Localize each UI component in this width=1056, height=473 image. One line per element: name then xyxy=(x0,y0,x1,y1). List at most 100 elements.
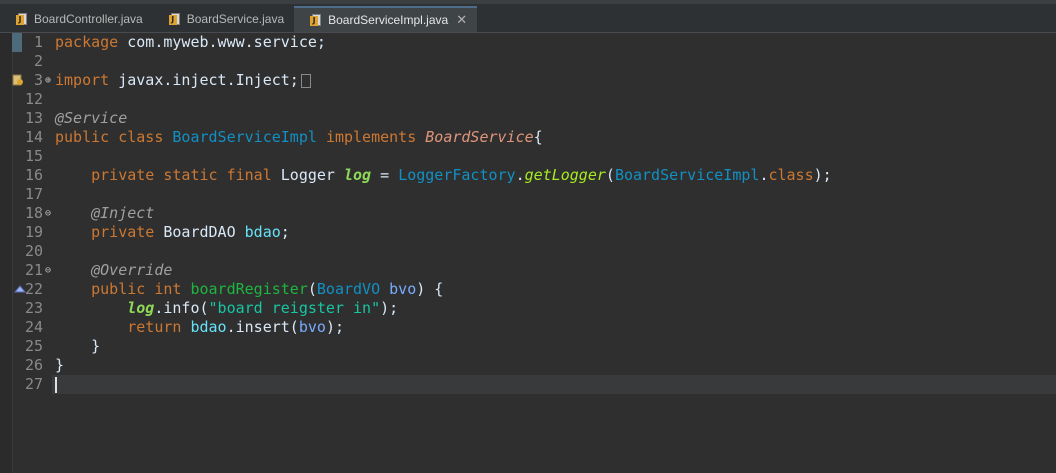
code-line[interactable]: 23 log.info("board reigster in"); xyxy=(0,299,1056,318)
line-number: 25 xyxy=(24,337,43,355)
code-line[interactable]: 3 ⊕ import javax.inject.Inject; xyxy=(0,71,1056,90)
code-token: @Service xyxy=(55,109,128,127)
eclipse-editor-window: J BoardController.java J BoardService.ja… xyxy=(0,0,1056,473)
code-token: log xyxy=(344,166,372,184)
code-token: class xyxy=(768,166,814,184)
code-line[interactable]: 18 ⊖ @Inject xyxy=(0,204,1056,223)
code-line[interactable]: 24 return bdao.insert(bvo); xyxy=(0,318,1056,337)
tab-label: BoardController.java xyxy=(34,12,143,26)
code-text: public class BoardServiceImpl implements… xyxy=(55,128,543,147)
line-number: 18 xyxy=(24,204,43,222)
java-file-icon: J xyxy=(168,12,181,26)
code-token: { xyxy=(533,128,543,146)
code-token: "board reigster in" xyxy=(208,299,381,317)
code-token: BoardVO xyxy=(316,280,381,298)
code-token: public class xyxy=(55,128,173,146)
code-token: ); xyxy=(380,299,399,317)
code-editor[interactable]: 1 package com.myweb.www.service; 2 3 ⊕ import… xyxy=(0,33,1056,473)
line-number: 14 xyxy=(24,128,43,146)
code-line[interactable]: 1 package com.myweb.www.service; xyxy=(0,33,1056,52)
code-token: Logger xyxy=(271,166,344,184)
code-token: javax.inject.Inject; xyxy=(109,71,299,89)
code-line[interactable]: 13 @Service xyxy=(0,109,1056,128)
tab-label: BoardServiceImpl.java xyxy=(328,13,449,27)
code-text: log.info("board reigster in"); xyxy=(55,299,398,318)
code-line[interactable]: 17 xyxy=(0,185,1056,204)
code-text: } xyxy=(55,337,100,356)
import-warning-icon[interactable] xyxy=(12,74,24,86)
code-token: BoardServiceImpl xyxy=(172,128,317,146)
code-line[interactable]: 12 xyxy=(0,90,1056,109)
line-number: 19 xyxy=(24,223,43,241)
code-line[interactable]: 2 xyxy=(0,52,1056,71)
fold-collapse-icon[interactable]: ⊖ xyxy=(43,204,53,223)
line-number: 23 xyxy=(24,299,43,317)
code-token: log xyxy=(127,299,155,317)
code-token: BoardServiceImpl xyxy=(614,166,760,184)
code-text: public int boardRegister(BoardVO bvo) { xyxy=(55,280,443,299)
code-token: .insert( xyxy=(226,318,299,336)
tab-board-controller[interactable]: J BoardController.java xyxy=(0,6,153,32)
code-line[interactable]: 20 xyxy=(0,242,1056,261)
line-number: 26 xyxy=(24,356,43,374)
code-text: @Service xyxy=(55,109,127,128)
code-token: com.myweb.www.service; xyxy=(118,33,326,51)
code-text: } xyxy=(55,356,64,375)
code-line[interactable]: 16 private static final Logger log = Log… xyxy=(0,166,1056,185)
line-number: 17 xyxy=(24,185,43,203)
tab-label: BoardService.java xyxy=(186,12,285,26)
line-number: 20 xyxy=(24,242,43,260)
close-icon[interactable]: ✕ xyxy=(456,13,467,28)
code-text: @Inject xyxy=(55,204,154,223)
code-token: public int xyxy=(91,280,182,298)
code-token: } xyxy=(55,356,65,374)
code-token: ; xyxy=(280,223,290,241)
code-text: private BoardDAO bdao; xyxy=(55,223,290,242)
code-text: package com.myweb.www.service; xyxy=(55,33,326,52)
code-token: ( xyxy=(307,280,317,298)
code-line[interactable]: 27 xyxy=(0,375,1056,394)
line-number: 24 xyxy=(24,318,43,336)
code-text: import javax.inject.Inject; xyxy=(55,71,311,90)
code-line[interactable]: 19 private BoardDAO bdao; xyxy=(0,223,1056,242)
code-token: ); xyxy=(813,166,832,184)
code-token: BoardService xyxy=(425,128,534,146)
code-text: @Override xyxy=(55,261,172,280)
code-line[interactable]: 21 ⊖ @Override xyxy=(0,261,1056,280)
code-token: BoardDAO xyxy=(154,223,245,241)
code-token: ( xyxy=(605,166,615,184)
code-token: implements xyxy=(325,128,417,146)
code-text: private static final Logger log = Logger… xyxy=(55,166,832,185)
fold-expand-icon[interactable]: ⊕ xyxy=(43,71,53,90)
code-token: import xyxy=(55,71,110,89)
code-line[interactable]: 25 } xyxy=(0,337,1056,356)
line-number: 2 xyxy=(33,52,43,70)
code-token: = xyxy=(371,166,399,184)
code-token: . xyxy=(515,166,525,184)
line-number: 15 xyxy=(24,147,43,165)
code-token: private xyxy=(91,223,155,241)
code-line[interactable]: 14 public class BoardServiceImpl implemen… xyxy=(0,128,1056,147)
code-token: getLogger xyxy=(524,166,606,184)
folded-region-icon[interactable] xyxy=(300,73,311,88)
fold-collapse-icon[interactable]: ⊖ xyxy=(43,261,53,280)
java-file-icon: J xyxy=(310,13,322,27)
code-line[interactable]: 15 xyxy=(0,147,1056,166)
code-token: bvo xyxy=(298,318,326,336)
code-token: private static final xyxy=(91,166,272,184)
tab-board-service-impl[interactable]: J BoardServiceImpl.java ✕ xyxy=(294,6,478,32)
code-token: bdao xyxy=(190,318,227,336)
code-line[interactable]: 22 public int boardRegister(BoardVO bvo)… xyxy=(0,280,1056,299)
code-token: return xyxy=(127,318,182,336)
code-token: .info( xyxy=(154,299,209,317)
code-line[interactable]: 26} xyxy=(0,356,1056,375)
tab-board-service[interactable]: J BoardService.java xyxy=(153,6,294,32)
override-triangle-icon[interactable] xyxy=(14,283,26,295)
